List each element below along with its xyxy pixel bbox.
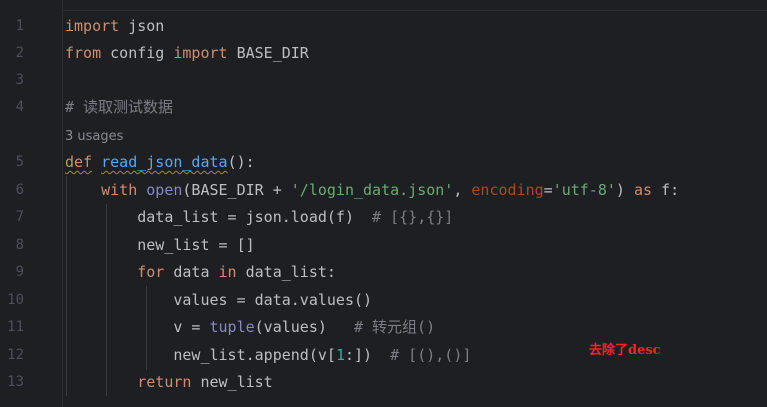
code-token: in bbox=[218, 263, 237, 281]
code-token: # [(),()] bbox=[390, 346, 472, 364]
code-line[interactable]: 7 data_list = json.load(f) # [{},{}] bbox=[0, 204, 767, 231]
line-number: 7 bbox=[15, 209, 24, 225]
code-token: data_list = json.load(f) bbox=[65, 208, 373, 226]
code-token: def bbox=[65, 153, 93, 171]
line-number: 5 bbox=[15, 154, 24, 170]
usages-hint[interactable]: 3 usages bbox=[65, 122, 123, 150]
line-number: 4 bbox=[15, 99, 24, 115]
code-editor[interactable]: 1 import json 2 from config import BASE_DIR… bbox=[0, 0, 767, 407]
code-token: v = bbox=[65, 318, 210, 336]
code-text: def read_json_data(): bbox=[65, 149, 255, 176]
code-token: as bbox=[633, 181, 653, 199]
code-line[interactable]: 6 with open(BASE_DIR + '/login_data.json… bbox=[0, 177, 767, 204]
code-token: for bbox=[137, 263, 165, 281]
line-number: 12 bbox=[7, 347, 24, 363]
code-line[interactable]: 2 from config import BASE_DIR bbox=[0, 40, 767, 67]
line-number: 9 bbox=[15, 264, 24, 280]
line-number: 2 bbox=[15, 45, 24, 61]
code-token: config bbox=[101, 44, 174, 62]
code-token: new_list = [] bbox=[65, 236, 255, 254]
line-number: 11 bbox=[7, 319, 24, 335]
code-token: # [{},{}] bbox=[372, 208, 454, 226]
code-text: from config import BASE_DIR bbox=[65, 40, 309, 67]
line-number: 13 bbox=[7, 374, 24, 390]
code-text: new_list = [] bbox=[65, 232, 255, 259]
code-line[interactable]: 13 return new_list bbox=[0, 369, 767, 396]
code-text: with open(BASE_DIR + '/login_data.json',… bbox=[65, 177, 679, 204]
code-token: import bbox=[173, 44, 228, 62]
code-token: 1 bbox=[335, 346, 345, 364]
code-token: = bbox=[543, 181, 553, 199]
line-number: 10 bbox=[7, 292, 24, 308]
code-line[interactable]: 5 def read_json_data(): bbox=[0, 149, 767, 176]
code-token: f: bbox=[652, 181, 680, 199]
code-token: values = data.values() bbox=[65, 291, 373, 309]
line-number: 3 bbox=[15, 72, 24, 88]
usages-hint-row[interactable]: 3 usages bbox=[0, 122, 767, 149]
code-text: v = tuple(values) # 转元组() bbox=[65, 314, 435, 341]
code-token: return bbox=[137, 373, 192, 391]
code-token: encoding bbox=[471, 181, 544, 199]
code-token: , bbox=[453, 181, 472, 199]
editor-top-border bbox=[0, 10, 767, 11]
code-token: # 读取测试数据 bbox=[65, 98, 174, 116]
code-token: open bbox=[146, 181, 183, 199]
code-token: :]) bbox=[344, 346, 391, 364]
code-token: (BASE_DIR + bbox=[182, 181, 291, 199]
code-line[interactable]: 9 for data in data_list: bbox=[0, 259, 767, 286]
line-number: 1 bbox=[15, 18, 24, 34]
code-token: (): bbox=[227, 153, 255, 171]
code-line[interactable]: 11 v = tuple(values) # 转元组() bbox=[0, 314, 767, 341]
code-token: '/login_data.json' bbox=[290, 181, 454, 199]
code-token: (values) bbox=[254, 318, 354, 336]
line-number: 8 bbox=[15, 237, 24, 253]
code-token: import bbox=[65, 17, 120, 35]
usages-label[interactable]: 3 usages bbox=[65, 129, 123, 144]
code-token: # 转元组() bbox=[354, 318, 436, 336]
code-token: from bbox=[65, 44, 102, 62]
code-text: return new_list bbox=[65, 369, 273, 396]
code-line[interactable]: 1 import json bbox=[0, 13, 767, 40]
code-line[interactable]: 8 new_list = [] bbox=[0, 232, 767, 259]
code-token: tuple bbox=[209, 318, 255, 336]
code-text: for data in data_list: bbox=[65, 259, 336, 286]
code-token: with bbox=[101, 181, 138, 199]
code-line[interactable]: 3 bbox=[0, 67, 767, 94]
code-text: import json bbox=[65, 13, 164, 40]
code-line[interactable]: 4 # 读取测试数据 bbox=[0, 94, 767, 121]
code-token: ) bbox=[615, 181, 634, 199]
code-token: BASE_DIR bbox=[227, 44, 309, 62]
code-text: # 读取测试数据 bbox=[65, 94, 173, 121]
code-token: data_list: bbox=[236, 263, 336, 281]
code-text: values = data.values() bbox=[65, 287, 372, 314]
code-token: new_list bbox=[191, 373, 273, 391]
code-text: new_list.append(v[1:]) # [(),()] bbox=[65, 342, 471, 369]
code-token: read_json_data bbox=[101, 153, 228, 171]
code-token: 'utf-8' bbox=[552, 181, 616, 199]
code-token: new_list.append(v[ bbox=[65, 346, 336, 364]
code-token: json bbox=[119, 17, 165, 35]
code-text: data_list = json.load(f) # [{},{}] bbox=[65, 204, 453, 231]
annotation-label: 去除了desc bbox=[589, 343, 661, 358]
line-number: 6 bbox=[15, 182, 24, 198]
code-token: data bbox=[164, 263, 219, 281]
code-line[interactable]: 10 values = data.values() bbox=[0, 287, 767, 314]
